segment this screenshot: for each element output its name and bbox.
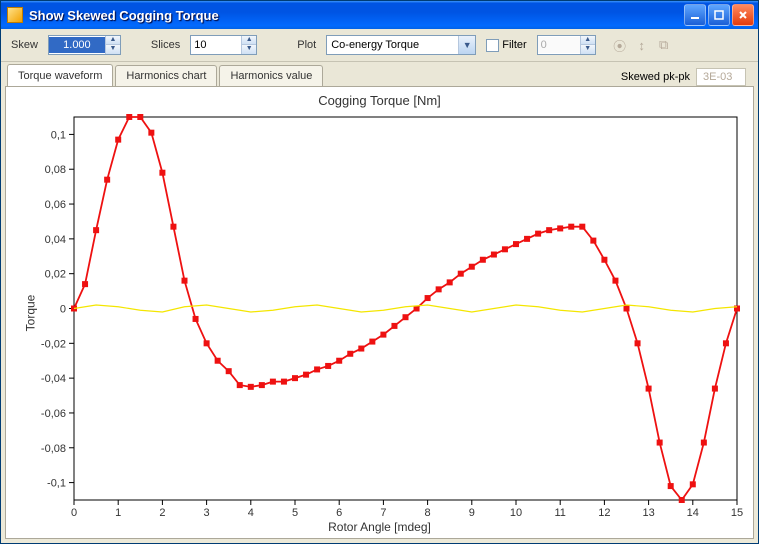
close-button[interactable] <box>732 4 754 26</box>
svg-text:5: 5 <box>292 507 298 519</box>
minimize-button[interactable] <box>684 4 706 26</box>
svg-text:10: 10 <box>510 507 522 519</box>
svg-text:0,06: 0,06 <box>45 199 66 211</box>
tabbar: Torque waveform Harmonics chart Harmonic… <box>1 62 758 86</box>
pkpk-label: Skewed pk-pk <box>621 71 690 83</box>
svg-text:-0,06: -0,06 <box>41 408 66 420</box>
window-title: Show Skewed Cogging Torque <box>29 8 684 23</box>
svg-text:0: 0 <box>60 304 66 316</box>
plot-combo[interactable]: Co-energy Torque ▼ <box>326 35 476 55</box>
svg-text:0,02: 0,02 <box>45 269 66 281</box>
tool-icon-2[interactable]: ↕ <box>632 35 652 55</box>
svg-text:-0,04: -0,04 <box>41 373 66 385</box>
svg-text:11: 11 <box>554 507 565 519</box>
svg-text:6: 6 <box>336 507 342 519</box>
filter-value-field <box>538 37 580 53</box>
skew-value-field[interactable] <box>49 37 105 53</box>
skew-label: Skew <box>11 39 38 51</box>
plot-selected: Co-energy Torque <box>327 39 458 51</box>
svg-text:2: 2 <box>159 507 165 519</box>
tab-torque-waveform[interactable]: Torque waveform <box>7 64 113 86</box>
tab-harmonics-chart[interactable]: Harmonics chart <box>115 65 217 86</box>
maximize-button[interactable] <box>708 4 730 26</box>
svg-text:0,04: 0,04 <box>45 234 66 246</box>
chart-area: Cogging Torque [Nm] Torque Rotor Angle [… <box>5 86 754 539</box>
svg-text:-0,08: -0,08 <box>41 443 66 455</box>
filter-checkbox[interactable]: Filter <box>486 39 526 52</box>
toolbar: Skew ▲ ▼ Slices ▲ ▼ Plot Co-energy Torqu… <box>1 29 758 62</box>
app-icon <box>7 7 23 23</box>
filter-label: Filter <box>502 39 526 51</box>
svg-text:0: 0 <box>71 507 77 519</box>
svg-text:1: 1 <box>115 507 121 519</box>
svg-text:-0,1: -0,1 <box>47 478 66 490</box>
svg-text:9: 9 <box>469 507 475 519</box>
checkbox-box-icon[interactable] <box>486 39 499 52</box>
svg-text:-0,02: -0,02 <box>41 338 66 350</box>
chart-svg: -0,1 -0,08 -0,06 -0,04 -0,02 0 0,02 0,04 0,06 0,0… <box>6 87 755 536</box>
plot-label: Plot <box>297 39 316 51</box>
slices-label: Slices <box>151 39 180 51</box>
svg-text:13: 13 <box>642 507 654 519</box>
svg-text:0,08: 0,08 <box>45 164 66 176</box>
slices-down-icon[interactable]: ▼ <box>242 45 256 54</box>
slices-up-icon[interactable]: ▲ <box>242 36 256 45</box>
svg-text:3: 3 <box>204 507 210 519</box>
svg-text:0,1: 0,1 <box>51 129 66 141</box>
slices-input[interactable]: ▲ ▼ <box>190 35 257 55</box>
svg-text:15: 15 <box>731 507 743 519</box>
pkpk-value: 3E-03 <box>696 68 746 86</box>
filter-down-icon: ▼ <box>581 45 595 54</box>
filter-up-icon: ▲ <box>581 36 595 45</box>
svg-text:7: 7 <box>380 507 386 519</box>
skew-input[interactable]: ▲ ▼ <box>48 35 121 55</box>
skew-up-icon[interactable]: ▲ <box>106 36 120 45</box>
tab-harmonics-value[interactable]: Harmonics value <box>219 65 323 86</box>
svg-text:4: 4 <box>248 507 254 519</box>
chevron-down-icon[interactable]: ▼ <box>458 36 475 54</box>
filter-input: ▲ ▼ <box>537 35 596 55</box>
tool-icon-3[interactable]: ⧉ <box>654 35 674 55</box>
slices-value-field[interactable] <box>191 37 241 53</box>
titlebar[interactable]: Show Skewed Cogging Torque <box>1 1 758 29</box>
skew-down-icon[interactable]: ▼ <box>106 45 120 54</box>
svg-text:8: 8 <box>425 507 431 519</box>
svg-text:12: 12 <box>598 507 610 519</box>
svg-text:14: 14 <box>687 507 699 519</box>
tool-icon-1[interactable]: ⦿ <box>610 35 630 55</box>
